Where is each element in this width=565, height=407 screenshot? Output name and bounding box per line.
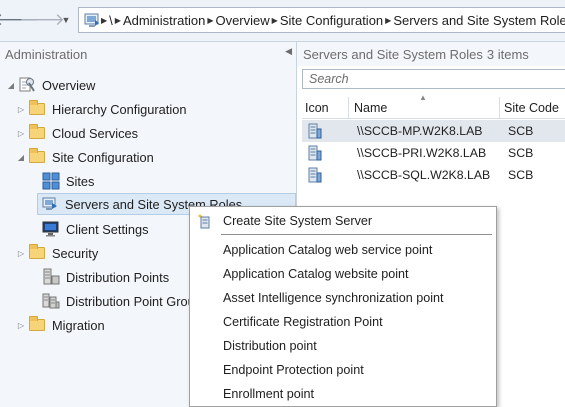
menu-separator [221, 234, 492, 235]
tree-item-label: Security [52, 245, 99, 261]
column-header-icon[interactable]: Icon [305, 101, 329, 115]
tree-item-migration[interactable]: ▷ Migration [14, 314, 105, 336]
navigation-pane-title: Administration [5, 46, 88, 62]
menu-item-endpoint-protection-point[interactable]: Endpoint Protection point [191, 359, 495, 381]
tree-item-distribution-points[interactable]: Distribution Points [28, 266, 169, 288]
tree-item-site-configuration[interactable]: ◢ Site Configuration [14, 146, 154, 168]
grid-header: Icon ▲ Name Site Code [302, 93, 565, 119]
menu-item-asset-intelligence-synchronization-point[interactable]: Asset Intelligence synchronization point [191, 287, 495, 309]
tree-item-label: Cloud Services [52, 125, 139, 141]
table-row[interactable]: \\SCCB-MP.W2K8.LAB SCB [302, 120, 565, 142]
column-header-name[interactable]: Name [354, 101, 387, 115]
menu-item-enrollment-point[interactable]: Enrollment point [191, 383, 495, 405]
tree-item-label: Distribution Points [66, 269, 170, 285]
tree-item-hierarchy-configuration[interactable]: ▷ Hierarchy Configuration [14, 98, 186, 120]
sites-icon [42, 172, 60, 190]
menu-item-label: Application Catalog web service point [223, 243, 433, 257]
item-count: 3 items [486, 46, 529, 62]
breadcrumb-servers-and-site-system-roles[interactable]: Servers and Site System Roles [391, 13, 565, 28]
server-icon [307, 145, 323, 161]
menu-item-application-catalog-website-point[interactable]: Application Catalog website point [191, 263, 495, 285]
site-code: SCB [508, 124, 534, 138]
breadcrumb-administration[interactable]: Administration [121, 13, 207, 28]
menu-item-label: Application Catalog website point [223, 267, 409, 281]
tree-item-label: Site Configuration [52, 149, 154, 165]
server-icon [307, 167, 323, 183]
tree-item-client-settings[interactable]: Client Settings [28, 218, 149, 240]
navigation-pane-header: Administration ◀ [0, 42, 297, 66]
tree-item-label: Hierarchy Configuration [52, 101, 187, 117]
results-pane-title: Servers and Site System Roles [303, 46, 483, 62]
server-icon [307, 123, 323, 139]
tree-item-label: Distribution Point Groups [66, 293, 209, 309]
sort-ascending-icon: ▲ [419, 93, 427, 102]
menu-item-certificate-registration-point[interactable]: Certificate Registration Point [191, 311, 495, 333]
tree-collapsed-icon[interactable]: ▷ [14, 105, 28, 114]
tree-item-distribution-point-groups[interactable]: Distribution Point Groups [28, 290, 208, 312]
search-input[interactable] [302, 69, 565, 89]
breadcrumb-site-configuration[interactable]: Site Configuration [278, 13, 385, 28]
address-toolbar: 🡐 🡒 ▼ ▶ \ ▶ Administration ▶ Overview ▶ … [0, 0, 565, 42]
console-root-icon [83, 9, 101, 31]
tree-collapsed-icon[interactable]: ▷ [14, 249, 28, 258]
tree-item-label: Migration [52, 317, 105, 333]
table-row[interactable]: \\SCCB-SQL.W2K8.LAB SCB [302, 164, 565, 186]
tree-item-overview[interactable]: ◢ Overview [4, 74, 95, 96]
history-dropdown-button[interactable]: ▼ [59, 13, 73, 27]
create-server-icon [197, 213, 213, 229]
forward-button[interactable]: 🡒 [19, 8, 65, 32]
tree-item-label: Overview [42, 77, 96, 93]
column-header-site-code[interactable]: Site Code [504, 101, 559, 115]
menu-item-label: Enrollment point [223, 387, 315, 401]
tree-item-label: Client Settings [66, 221, 149, 237]
server-name: \\SCCB-PRI.W2K8.LAB [357, 146, 487, 160]
results-pane-header: Servers and Site System Roles 3 items [297, 42, 565, 66]
folder-icon [28, 100, 46, 118]
context-menu: Create Site System Server Application Ca… [189, 206, 497, 407]
server-name: \\SCCB-MP.W2K8.LAB [357, 124, 483, 138]
column-divider[interactable] [348, 97, 349, 119]
site-code: SCB [508, 146, 534, 160]
menu-item-label: Create Site System Server [223, 214, 373, 228]
distribution-points-icon [42, 268, 60, 286]
tree-item-sites[interactable]: Sites [28, 170, 94, 192]
breadcrumb[interactable]: ▶ \ ▶ Administration ▶ Overview ▶ Site C… [78, 7, 565, 33]
overview-icon [18, 76, 36, 94]
tree-expanded-icon[interactable]: ◢ [4, 81, 18, 90]
tree-collapsed-icon[interactable]: ▷ [14, 321, 28, 330]
chevron-down-icon: ▼ [61, 15, 71, 25]
arrow-right-icon: 🡒 [19, 10, 65, 29]
server-name: \\SCCB-SQL.W2K8.LAB [357, 168, 491, 182]
distribution-point-groups-icon [42, 292, 60, 310]
tree-collapsed-icon[interactable]: ▷ [14, 129, 28, 138]
table-row[interactable]: \\SCCB-PRI.W2K8.LAB SCB [302, 142, 565, 164]
menu-item-distribution-point[interactable]: Distribution point [191, 335, 495, 357]
folder-icon [28, 244, 46, 262]
menu-item-label: Endpoint Protection point [223, 363, 364, 377]
tree-item-cloud-services[interactable]: ▷ Cloud Services [14, 122, 138, 144]
tree-expanded-icon[interactable]: ◢ [14, 153, 28, 162]
client-settings-icon [42, 220, 60, 238]
site-code: SCB [508, 168, 534, 182]
folder-icon [28, 124, 46, 142]
folder-icon [28, 316, 46, 334]
menu-item-label: Distribution point [223, 339, 317, 353]
menu-item-application-catalog-web-service-point[interactable]: Application Catalog web service point [191, 239, 495, 261]
menu-item-create-site-system-server[interactable]: Create Site System Server [191, 210, 495, 232]
tree-item-security[interactable]: ▷ Security [14, 242, 98, 264]
menu-item-label: Asset Intelligence synchronization point [223, 291, 444, 305]
column-divider[interactable] [499, 97, 500, 119]
tree-item-label: Sites [66, 173, 95, 189]
collapse-pane-icon[interactable]: ◀ [285, 46, 292, 57]
menu-item-label: Certificate Registration Point [223, 315, 383, 329]
folder-icon [28, 148, 46, 166]
breadcrumb-overview[interactable]: Overview [213, 13, 271, 28]
breadcrumb-root[interactable]: \ [107, 13, 115, 28]
server-roles-icon [41, 195, 59, 213]
